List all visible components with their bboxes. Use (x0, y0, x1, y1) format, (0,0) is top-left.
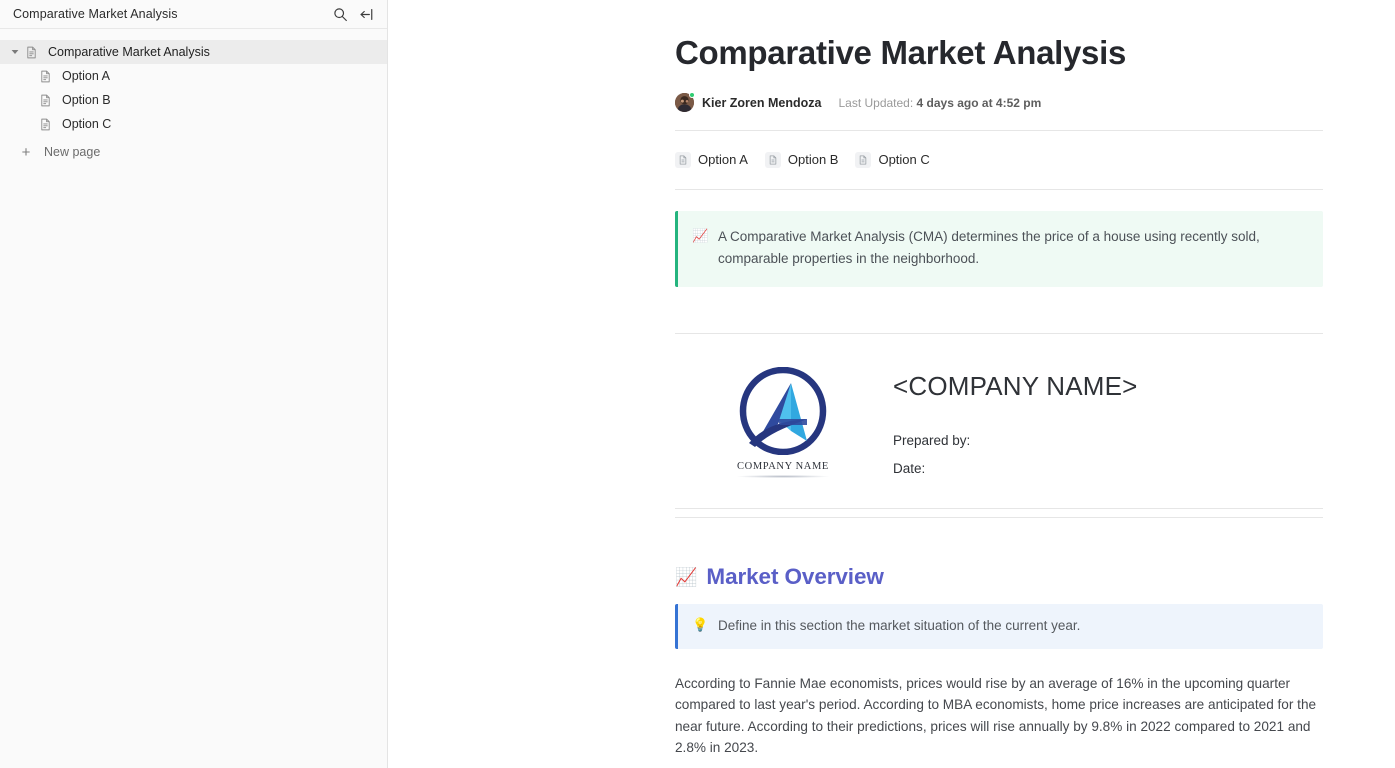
subpage-chip-option-c[interactable]: Option C (855, 151, 930, 168)
logo-underline (737, 474, 829, 478)
doc-page-icon (675, 151, 691, 168)
search-icon[interactable] (332, 6, 349, 23)
sidebar-item-option-c[interactable]: Option C (0, 112, 387, 136)
new-page-button[interactable]: + New page (0, 140, 387, 164)
presence-indicator (689, 92, 695, 99)
last-updated-value: 4 days ago at 4:52 pm (916, 95, 1042, 110)
company-header-block: COMPANY NAME <COMPANY NAME> Prepared by:… (675, 334, 1323, 478)
sidebar-item-label: Option B (62, 93, 111, 107)
prepared-by-label: Prepared by: (893, 432, 971, 448)
sidebar-header-actions (332, 6, 375, 23)
sidebar-item-label: Option C (62, 117, 112, 131)
collapse-sidebar-icon[interactable] (358, 6, 375, 23)
subpage-chip-label: Option A (698, 152, 748, 168)
sidebar-item-option-a[interactable]: Option A (0, 64, 387, 88)
document-pane: Comparative Market Analysis Kier Zoren M… (388, 0, 1395, 768)
sidebar-item-option-b[interactable]: Option B (0, 88, 387, 112)
market-overview-hint-callout: 💡 Define in this section the market situ… (675, 603, 1323, 649)
sidebar-title: Comparative Market Analysis (13, 7, 178, 21)
company-name-placeholder: <COMPANY NAME> (893, 370, 1138, 401)
company-logo-mark (739, 366, 827, 456)
chevron-down-icon[interactable] (8, 45, 22, 59)
page-title: Comparative Market Analysis (675, 34, 1127, 71)
divider-under-chips (675, 188, 1323, 190)
last-updated-prefix: Last Updated: (838, 95, 914, 110)
sidebar-header: Comparative Market Analysis (0, 0, 387, 29)
divider-below-company-1 (675, 507, 1323, 509)
app-root: Comparative Market Analysis Comparative … (0, 0, 1395, 768)
author-name[interactable]: Kier Zoren Mendoza (702, 96, 821, 110)
new-page-label: New page (44, 145, 101, 159)
company-logo-wordmark: COMPANY NAME (737, 460, 829, 472)
doc-page-icon (38, 69, 53, 84)
document-body: Comparative Market Analysis Kier Zoren M… (675, 0, 1323, 759)
doc-page-icon (38, 117, 53, 132)
sidebar: Comparative Market Analysis Comparative … (0, 0, 388, 768)
avatar[interactable] (675, 92, 695, 113)
doc-page-icon (764, 151, 781, 168)
sidebar-item-label: Option A (62, 69, 110, 83)
doc-page-icon (38, 93, 53, 108)
company-logo: COMPANY NAME (731, 366, 835, 478)
subpage-chip-option-b[interactable]: Option B (764, 151, 839, 168)
subpage-chip-label: Option B (787, 152, 839, 168)
date-label: Date: (893, 460, 926, 476)
company-info: <COMPANY NAME> Prepared by: Date: (891, 361, 1138, 476)
subpage-chip-option-a[interactable]: Option A (675, 151, 748, 168)
market-overview-paragraph: According to Fannie Mae economists, pric… (675, 675, 1317, 756)
market-overview-hint-text: Define in this section the market situat… (718, 617, 1081, 633)
chart-increasing-icon: 📈 (692, 227, 709, 243)
plus-icon: + (21, 143, 31, 161)
market-overview-heading: 📈 Market Overview (675, 564, 1323, 590)
market-overview-heading-text: Market Overview (706, 563, 884, 589)
sidebar-item-label: Comparative Market Analysis (48, 45, 210, 59)
cma-definition-callout: 📈 A Comparative Market Analysis (CMA) de… (675, 210, 1323, 287)
sidebar-item-comparative-market-analysis[interactable]: Comparative Market Analysis (0, 40, 387, 64)
cma-definition-text: A Comparative Market Analysis (CMA) dete… (718, 228, 1260, 266)
subpage-chip-list: Option A Option B Option C (675, 131, 1323, 189)
last-updated: Last Updated: 4 days ago at 4:52 pm (838, 96, 1041, 110)
company-logo-cell: COMPANY NAME (675, 361, 891, 478)
chart-increasing-icon: 📈 (675, 566, 698, 587)
document-meta: Kier Zoren Mendoza Last Updated: 4 days … (675, 92, 1323, 113)
doc-page-icon (855, 151, 872, 168)
lightbulb-icon: 💡 (692, 616, 709, 632)
sidebar-page-tree: Comparative Market Analysis Option A Opt… (0, 29, 387, 164)
subpage-chip-label: Option C (878, 152, 930, 168)
divider-below-company-2 (675, 516, 1323, 518)
doc-page-icon (24, 45, 39, 60)
